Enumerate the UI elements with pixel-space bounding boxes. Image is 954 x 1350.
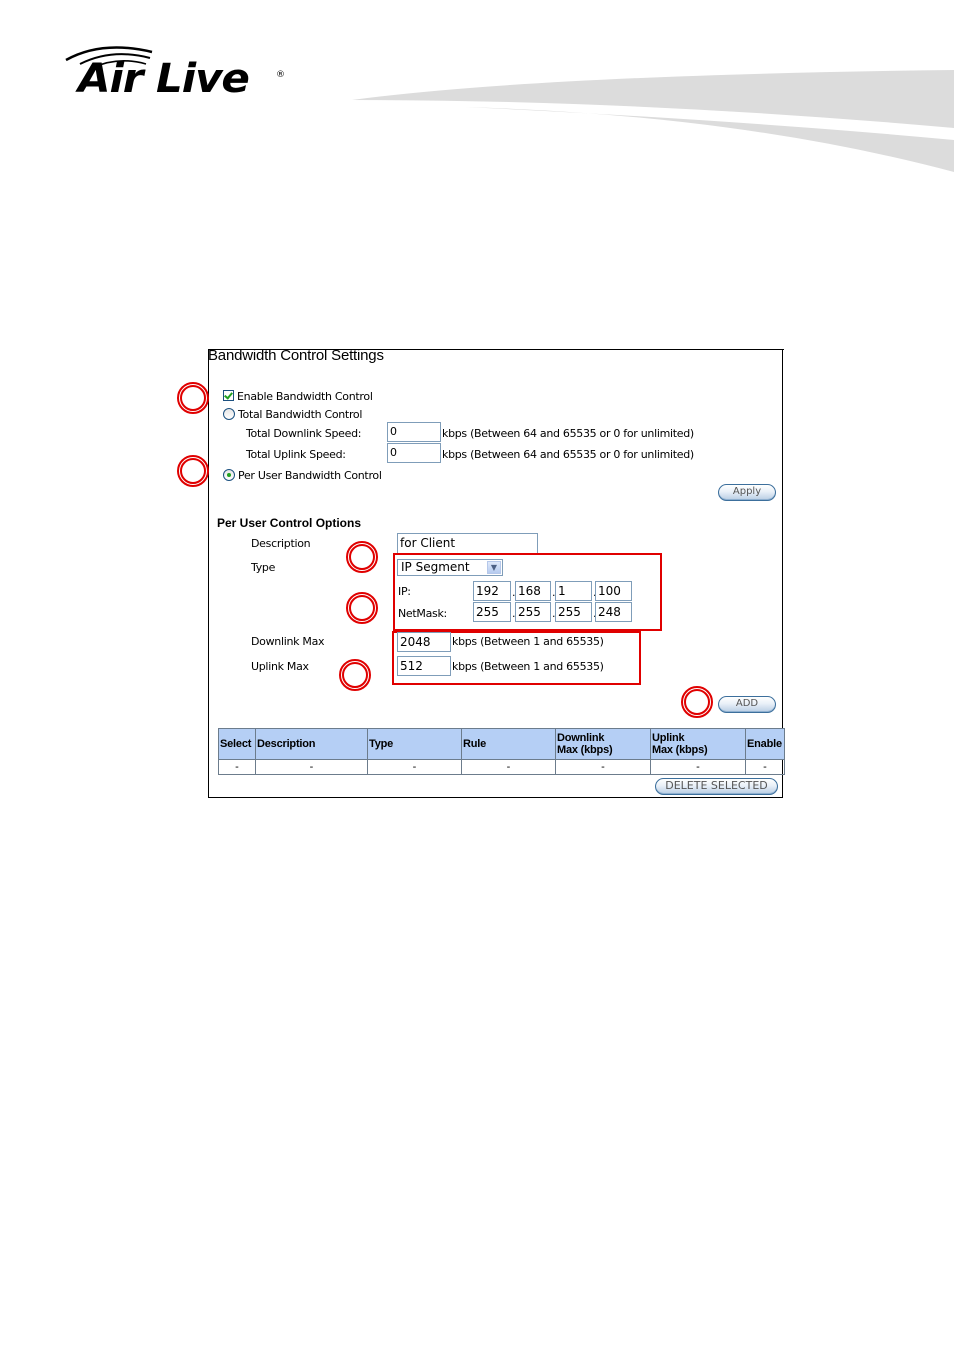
registered-mark: ® [276, 70, 285, 80]
uplink-max-input[interactable]: 512 [397, 656, 451, 676]
annotation-circle [177, 382, 209, 414]
enable-bandwidth-checkbox[interactable] [223, 390, 234, 401]
bandwidth-rules-table: Select Description Type Rule Downlink Max… [218, 728, 785, 775]
swoosh-upper [352, 70, 954, 128]
total-downlink-hint: kbps (Between 64 and 65535 or 0 for unli… [442, 427, 694, 440]
netmask-label: NetMask: [398, 607, 447, 620]
cell-uplink-max: - [650, 759, 746, 775]
ip-octet-4[interactable]: 100 [595, 581, 632, 601]
column-header-enable: Enable [745, 728, 785, 760]
cell-enable: - [745, 759, 785, 775]
per-user-bandwidth-radio[interactable] [223, 469, 235, 481]
cell-type: - [367, 759, 462, 775]
header-swoosh-graphic [352, 70, 954, 172]
netmask-octet-2[interactable]: 255 [515, 602, 551, 622]
table-row: - - - - - - - [218, 759, 785, 775]
annotation-circle [346, 592, 378, 624]
column-header-uplink-max: Uplink Max (kbps) [650, 728, 746, 760]
page-title: Bandwidth Control Settings [208, 347, 384, 364]
downlink-max-label: Downlink Max [251, 635, 325, 648]
delete-selected-button[interactable]: DELETE SELECTED [655, 778, 778, 795]
column-header-downlink-max: Downlink Max (kbps) [555, 728, 651, 760]
annotation-circle [177, 455, 209, 487]
cell-downlink-max: - [555, 759, 651, 775]
apply-button[interactable]: Apply [718, 484, 776, 501]
annotation-circle [681, 686, 713, 718]
netmask-octet-4[interactable]: 248 [595, 602, 632, 622]
uplink-max-hint: kbps (Between 1 and 65535) [452, 660, 604, 673]
total-bandwidth-radio[interactable] [223, 408, 235, 420]
annotation-circle [346, 541, 378, 573]
total-uplink-hint: kbps (Between 64 and 65535 or 0 for unli… [442, 448, 694, 461]
per-user-bandwidth-label: Per User Bandwidth Control [238, 469, 382, 482]
description-input[interactable]: for Client [397, 533, 538, 554]
total-downlink-input[interactable]: 0 [387, 422, 441, 442]
annotation-circle [339, 659, 371, 691]
type-select[interactable]: IP Segment ▼ [397, 559, 503, 576]
column-header-select: Select [218, 728, 256, 760]
column-header-rule: Rule [461, 728, 556, 760]
ip-octet-3[interactable]: 1 [555, 581, 592, 601]
type-label: Type [251, 561, 276, 574]
type-select-value: IP Segment [401, 560, 470, 574]
ip-octet-2[interactable]: 168 [515, 581, 551, 601]
netmask-octet-3[interactable]: 255 [555, 602, 592, 622]
enable-bandwidth-label: Enable Bandwidth Control [237, 390, 373, 403]
per-user-section-title: Per User Control Options [217, 516, 362, 530]
logo-text: Air Live [78, 56, 250, 102]
cell-select: - [218, 759, 256, 775]
total-uplink-label: Total Uplink Speed: [246, 448, 346, 461]
uplink-max-label: Uplink Max [251, 660, 309, 673]
cell-rule: - [461, 759, 556, 775]
table-header-row: Select Description Type Rule Downlink Max… [218, 728, 785, 760]
chevron-down-icon[interactable]: ▼ [487, 561, 501, 574]
add-button[interactable]: ADD [718, 696, 776, 713]
description-label: Description [251, 537, 311, 550]
total-downlink-label: Total Downlink Speed: [246, 427, 362, 440]
downlink-max-input[interactable]: 2048 [397, 632, 451, 652]
netmask-octet-1[interactable]: 255 [473, 602, 511, 622]
column-header-type: Type [367, 728, 462, 760]
ip-label: IP: [398, 585, 411, 598]
total-uplink-input[interactable]: 0 [387, 443, 441, 463]
column-header-description: Description [255, 728, 368, 760]
cell-description: - [255, 759, 368, 775]
total-bandwidth-label: Total Bandwidth Control [238, 408, 363, 421]
ip-octet-1[interactable]: 192 [473, 581, 511, 601]
downlink-max-hint: kbps (Between 1 and 65535) [452, 635, 604, 648]
